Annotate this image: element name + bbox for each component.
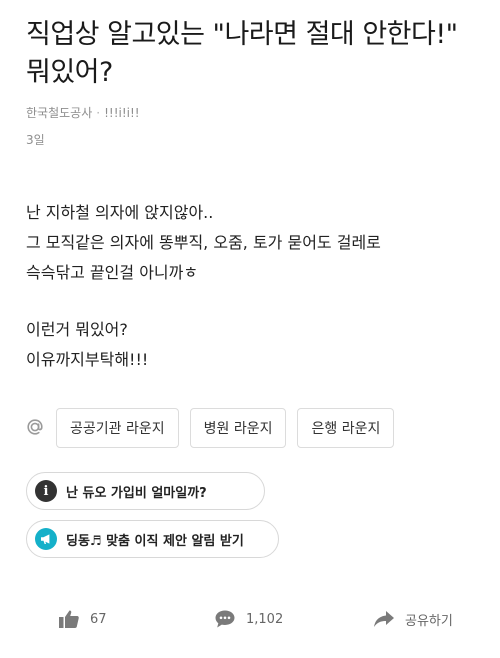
tag-public-institution-lounge[interactable]: 공공기관 라운지 — [56, 408, 179, 448]
post-meta: 한국철도공사 · !!!i!i!! — [26, 104, 140, 121]
comment-icon — [214, 608, 236, 630]
body-line: 난 지하철 의자에 앉지않아.. — [26, 203, 214, 222]
author-name[interactable]: !!!i!i!! — [104, 106, 140, 120]
body-line: 이유까지부탁해!!! — [26, 350, 149, 369]
post-body: 난 지하철 의자에 앉지않아.. 그 모직같은 의자에 똥뿌직, 오줌, 토가 … — [26, 198, 476, 375]
comment-count: 1,102 — [246, 611, 284, 627]
job-alert-promo-button[interactable]: 딩동♬ 맞춤 이직 제안 알림 받기 — [26, 520, 279, 558]
thumbs-up-icon-svg — [59, 610, 79, 628]
tag-list: 공공기관 라운지 병원 라운지 은행 라운지 — [24, 408, 405, 448]
like-button[interactable]: 67 — [58, 603, 107, 635]
duo-fee-promo-button[interactable]: i 난 듀오 가입비 얼마일까? — [26, 472, 265, 510]
comment-button[interactable]: 1,102 — [214, 603, 283, 635]
megaphone-icon-svg — [41, 534, 50, 544]
comment-icon-svg — [215, 610, 235, 628]
board-name[interactable]: 한국철도공사 — [26, 104, 92, 121]
megaphone-icon — [35, 528, 57, 550]
at-icon-svg — [27, 419, 43, 435]
share-label: 공유하기 — [405, 613, 453, 629]
share-arrow-icon-svg — [374, 611, 394, 627]
body-line: 그 모직같은 의자에 똥뿌직, 오줌, 토가 묻어도 걸레로 — [26, 233, 381, 252]
thumbs-up-icon — [58, 608, 80, 630]
tag-hospital-lounge[interactable]: 병원 라운지 — [189, 408, 287, 448]
post-title: 직업상 알고있는 "나라면 절대 안한다!" 뭐있어? — [26, 19, 458, 88]
tag-bank-lounge[interactable]: 은행 라운지 — [297, 408, 395, 448]
promo-label: 딩동♬ 맞춤 이직 제안 알림 받기 — [66, 533, 244, 549]
post-action-bar: 67 1,102 공유하기 — [0, 603, 500, 635]
body-line: 슥슥닦고 끝인걸 아니까ㅎ — [26, 263, 199, 282]
info-icon: i — [35, 480, 57, 502]
share-arrow-icon — [373, 608, 395, 630]
like-count: 67 — [90, 611, 107, 627]
at-icon — [24, 416, 46, 438]
share-button[interactable]: 공유하기 — [373, 603, 453, 635]
meta-separator: · — [96, 105, 101, 120]
promo-label: 난 듀오 가입비 얼마일까? — [66, 485, 207, 501]
post-date: 3일 — [26, 133, 45, 147]
body-line: 이런거 뭐있어? — [26, 320, 128, 339]
